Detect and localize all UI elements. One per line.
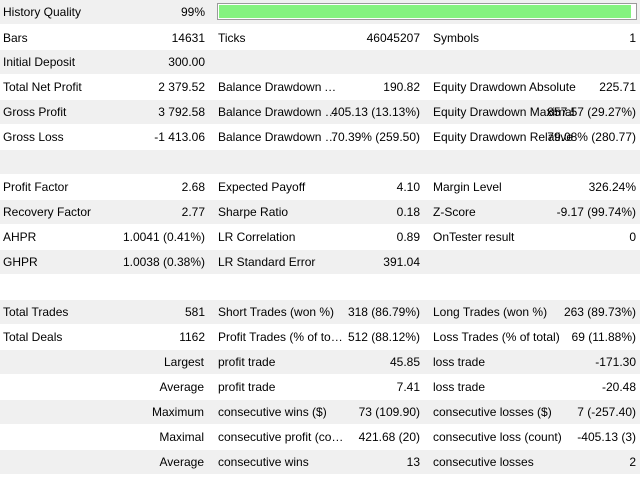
- history-quality-bar-fill: [219, 5, 631, 18]
- ghpr-row: GHPR 1.0038 (0.38%) LR Standard Error 39…: [0, 250, 640, 274]
- average-profit-trade-value: 7.41: [396, 380, 420, 394]
- balance-drawdown-maximal-value: 405.13 (13.13%): [331, 105, 420, 119]
- lr-standard-error-label: LR Standard Error: [218, 255, 316, 269]
- loss-trades-value: 69 (11.88%): [571, 330, 636, 344]
- sharpe-ratio-value: 0.18: [396, 205, 420, 219]
- equity-drawdown-relative-value: 79.08% (280.77): [547, 130, 636, 144]
- maximum-row: Maximum consecutive wins ($) 73 (109.90)…: [0, 400, 640, 424]
- total-deals-row: Total Deals 1162 Profit Trades (% of tot…: [0, 325, 640, 349]
- ghpr-value: 1.0038 (0.38%): [122, 255, 205, 269]
- expected-payoff-value: 4.10: [396, 180, 420, 194]
- largest-label: Largest: [163, 355, 204, 369]
- average-consecutive-label: Average: [159, 455, 204, 469]
- separator-row: [0, 275, 640, 299]
- initial-deposit-value: 300.00: [168, 55, 205, 69]
- total-deals-value: 1162: [179, 330, 205, 344]
- lr-standard-error-value: 391.04: [383, 255, 420, 269]
- ontester-result-value: 0: [629, 230, 636, 244]
- ticks-label: Ticks: [218, 31, 246, 45]
- sharpe-ratio-label: Sharpe Ratio: [218, 205, 289, 219]
- equity-drawdown-absolute-value: 225.71: [599, 80, 636, 94]
- expected-payoff-label: Expected Payoff: [218, 180, 306, 194]
- ticks-value: 46045207: [366, 31, 420, 45]
- bars-row: Bars 14631 Ticks 46045207 Symbols 1: [0, 26, 640, 50]
- total-trades-row: Total Trades 581 Short Trades (won %) 31…: [0, 300, 640, 324]
- recovery-factor-value: 2.77: [181, 205, 205, 219]
- lr-correlation-value: 0.89: [396, 230, 420, 244]
- profit-factor-row: Profit Factor 2.68 Expected Payoff 4.10 …: [0, 175, 640, 199]
- balance-drawdown-maximal-label: Balance Drawdown Maxi...: [218, 105, 344, 119]
- largest-profit-trade-value: 45.85: [389, 355, 420, 369]
- maximal-consecutive-profit-label: consecutive profit (count): [218, 430, 344, 444]
- total-net-profit-value: 2 379.52: [158, 80, 205, 94]
- profit-trades-value: 512 (88.12%): [347, 330, 420, 344]
- balance-drawdown-relative-label: Balance Drawdown Relative: [218, 130, 344, 144]
- separator-row: [0, 150, 640, 174]
- recovery-factor-row: Recovery Factor 2.77 Sharpe Ratio 0.18 Z…: [0, 200, 640, 224]
- average-consecutive-losses-value: 2: [629, 455, 636, 469]
- net-profit-row: Total Net Profit 2 379.52 Balance Drawdo…: [0, 75, 640, 99]
- maximal-consecutive-profit-value: 421.68 (20): [358, 430, 420, 444]
- ahpr-value: 1.0041 (0.41%): [122, 230, 205, 244]
- ahpr-row: AHPR 1.0041 (0.41%) LR Correlation 0.89 …: [0, 225, 640, 249]
- profit-factor-value: 2.68: [181, 180, 205, 194]
- history-quality-bar: [217, 3, 637, 20]
- maximal-row: Maximal consecutive profit (count) 421.6…: [0, 425, 640, 449]
- average-consecutive-wins-label: consecutive wins: [218, 455, 309, 469]
- average-row: Average profit trade 7.41 loss trade -20…: [0, 375, 640, 399]
- equity-drawdown-maximal-value: 857.57 (29.27%): [547, 105, 636, 119]
- average-consecutive-wins-value: 13: [406, 455, 420, 469]
- backtest-report: History Quality 99% Bars 14631 Ticks 460…: [0, 0, 640, 480]
- short-trades-value: 318 (86.79%): [347, 305, 420, 319]
- maximum-label: Maximum: [151, 405, 204, 419]
- max-consecutive-wins-value: 73 (109.90): [358, 405, 420, 419]
- maximal-consecutive-loss-value: -405.13 (3): [577, 430, 636, 444]
- history-quality-value: 99%: [180, 5, 205, 19]
- lr-correlation-label: LR Correlation: [218, 230, 296, 244]
- balance-drawdown-absolute-label: Balance Drawdown Absol...: [218, 80, 344, 94]
- margin-level-value: 326.24%: [588, 180, 636, 194]
- largest-profit-trade-label: profit trade: [218, 355, 276, 369]
- short-trades-label: Short Trades (won %): [218, 305, 335, 319]
- gross-loss-value: -1 413.06: [154, 130, 205, 144]
- bars-value: 14631: [171, 31, 205, 45]
- max-consecutive-losses-value: 7 (-257.40): [577, 405, 636, 419]
- gross-profit-value: 3 792.58: [158, 105, 205, 119]
- gross-loss-row: Gross Loss -1 413.06 Balance Drawdown Re…: [0, 125, 640, 149]
- average-profit-trade-label: profit trade: [218, 380, 276, 394]
- long-trades-value: 263 (89.73%): [563, 305, 636, 319]
- total-trades-value: 581: [184, 305, 205, 319]
- maximal-label: Maximal: [159, 430, 204, 444]
- average-label: Average: [159, 380, 204, 394]
- z-score-value: -9.17 (99.74%): [556, 205, 636, 219]
- profit-trades-label: Profit Trades (% of total): [218, 330, 344, 344]
- average-consecutive-row: Average consecutive wins 13 consecutive …: [0, 450, 640, 474]
- initial-deposit-row: Initial Deposit 300.00: [0, 50, 640, 74]
- balance-drawdown-absolute-value: 190.82: [383, 80, 420, 94]
- largest-row: Largest profit trade 45.85 loss trade -1…: [0, 350, 640, 374]
- gross-profit-row: Gross Profit 3 792.58 Balance Drawdown M…: [0, 100, 640, 124]
- average-loss-trade-value: -20.48: [601, 380, 636, 394]
- largest-loss-trade-value: -171.30: [595, 355, 636, 369]
- balance-drawdown-relative-value: 70.39% (259.50): [331, 130, 420, 144]
- max-consecutive-wins-label: consecutive wins ($): [218, 405, 327, 419]
- history-quality-row: History Quality 99%: [0, 0, 640, 24]
- symbols-value: 1: [629, 31, 636, 45]
